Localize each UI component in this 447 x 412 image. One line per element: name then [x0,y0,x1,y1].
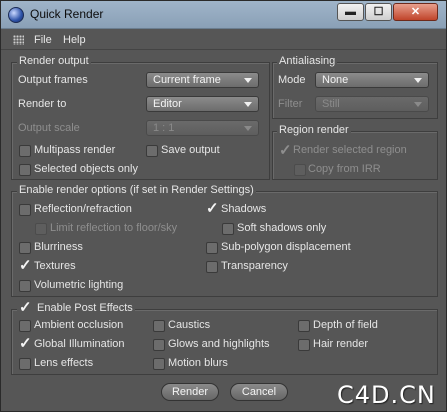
mode-label: Mode [278,74,306,86]
reflection-label: Reflection/refraction [34,203,132,215]
textures-label: Textures [34,260,76,272]
chevron-down-icon [414,102,422,107]
depth-of-field-label: Depth of field [313,319,378,331]
chevron-down-icon [244,126,252,131]
region-render-legend: Region render [277,124,351,136]
depth-of-field-checkbox[interactable] [298,320,310,332]
render-to-value: Editor [153,98,182,110]
global-illumination-checkmark-icon[interactable]: ✓ [19,336,32,351]
chevron-down-icon [244,102,252,107]
antialiasing-filter-value: Still [322,98,340,110]
limit-reflection-label: Limit reflection to floor/sky [50,222,178,234]
antialiasing-mode-dropdown[interactable]: None [315,72,429,88]
maximize-button[interactable]: ☐ [365,3,392,21]
copy-irr-checkbox[interactable] [294,164,306,176]
motion-blurs-label: Motion blurs [168,357,228,369]
lens-effects-checkbox[interactable] [19,358,31,370]
selected-objects-checkbox[interactable] [19,164,31,176]
glows-checkbox[interactable] [153,339,165,351]
blurriness-checkbox[interactable] [19,242,31,254]
chevron-down-icon [414,78,422,83]
watermark-text: C4D.CN [337,381,436,409]
selected-objects-label: Selected objects only [34,163,138,175]
antialiasing-filter-dropdown[interactable]: Still [315,96,429,112]
subpolygon-label: Sub-polygon displacement [221,241,351,253]
post-effects-legend: Enable Post Effects [17,302,135,314]
window-title: Quick Render [30,7,104,21]
antialiasing-legend: Antialiasing [277,55,338,67]
global-illumination-label: Global Illumination [34,338,125,350]
reflection-checkbox[interactable] [19,204,31,216]
save-output-label: Save output [161,144,220,156]
lens-effects-label: Lens effects [34,357,94,369]
copy-irr-label: Copy from IRR [308,163,381,175]
chevron-down-icon [244,78,252,83]
output-scale-value: 1 : 1 [153,122,175,134]
output-frames-label: Output frames [18,74,88,86]
cancel-button[interactable]: Cancel [230,383,288,401]
antialiasing-mode-value: None [322,74,349,86]
grip-icon[interactable] [13,35,24,45]
soft-shadows-checkbox[interactable] [222,223,234,235]
hair-render-checkbox[interactable] [298,339,310,351]
transparency-label: Transparency [221,260,288,272]
render-button[interactable]: Render [161,383,219,401]
multipass-checkbox[interactable] [19,145,31,157]
glows-label: Glows and highlights [168,338,270,350]
ambient-occlusion-label: Ambient occlusion [34,319,124,331]
minimize-button[interactable]: ▬ [337,3,364,21]
caustics-checkbox[interactable] [153,320,165,332]
render-options-legend: Enable render options (if set in Render … [17,184,256,196]
close-button[interactable]: ✕ [393,3,438,21]
enable-post-effects-checkmark-icon[interactable]: ✓ [19,300,32,315]
output-scale-label: Output scale [18,122,80,134]
render-to-dropdown[interactable]: Editor [146,96,259,112]
render-selected-label: Render selected region [293,144,407,156]
quick-render-window: Quick Render ▬ ☐ ✕ File Help Render outp… [0,0,447,412]
hair-render-label: Hair render [313,338,369,350]
multipass-label: Multipass render [34,144,116,156]
limit-reflection-checkbox[interactable] [35,223,47,235]
volumetric-checkbox[interactable] [19,280,31,292]
render-to-label: Render to [18,98,67,110]
motion-blurs-checkbox[interactable] [153,358,165,370]
save-output-checkbox[interactable] [146,145,158,157]
caustics-label: Caustics [168,319,211,331]
menu-file[interactable]: File [34,34,52,46]
title-bar[interactable]: Quick Render ▬ ☐ ✕ [1,1,446,29]
blurriness-label: Blurriness [34,241,83,253]
soft-shadows-label: Soft shadows only [237,222,327,234]
subpolygon-checkbox[interactable] [206,242,218,254]
ambient-occlusion-checkbox[interactable] [19,320,31,332]
cinema4d-app-icon [8,7,24,23]
menu-help[interactable]: Help [63,34,86,46]
volumetric-label: Volumetric lighting [34,279,124,291]
shadows-checkmark-icon[interactable]: ✓ [206,201,219,216]
transparency-checkbox[interactable] [206,261,218,273]
menu-bar: File Help [1,30,446,50]
filter-label: Filter [278,98,303,110]
output-frames-value: Current frame [153,74,221,86]
render-selected-checkmark-icon[interactable]: ✓ [279,143,292,158]
shadows-label: Shadows [221,203,267,215]
output-frames-dropdown[interactable]: Current frame [146,72,259,88]
textures-checkmark-icon[interactable]: ✓ [19,258,32,273]
output-scale-dropdown[interactable]: 1 : 1 [146,120,259,136]
render-output-legend: Render output [17,55,91,67]
